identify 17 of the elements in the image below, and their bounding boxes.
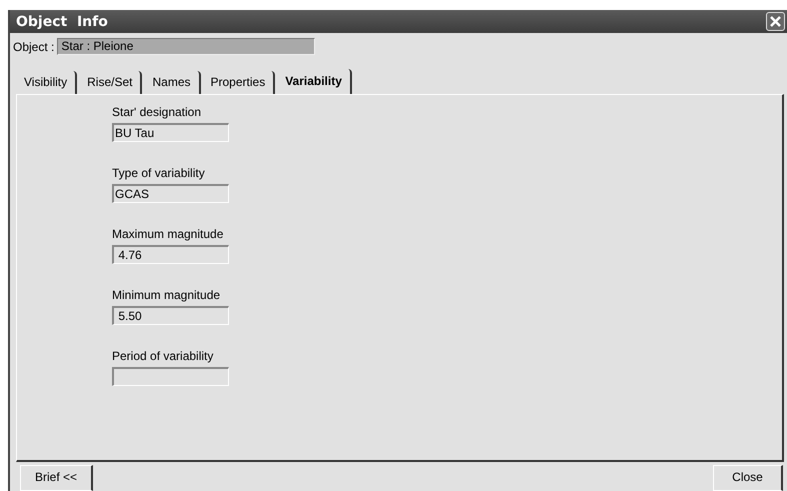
input-field[interactable]: 5.50 bbox=[112, 306, 229, 325]
field-label: Maximum magnitude bbox=[112, 227, 224, 241]
brief-button[interactable]: Brief << bbox=[20, 465, 94, 491]
close-icon bbox=[769, 15, 782, 28]
window-title: Object Info bbox=[16, 14, 108, 30]
object-label: Object : bbox=[13, 40, 54, 54]
field-label: Star' designation bbox=[112, 105, 202, 119]
input-field[interactable]: GCAS bbox=[112, 184, 229, 203]
field-label: Type of variability bbox=[112, 166, 206, 180]
input-field[interactable]: 4.76 bbox=[112, 245, 229, 264]
close-text-button[interactable]: Close bbox=[713, 465, 783, 491]
object-field: Star : Pleione bbox=[57, 38, 316, 55]
input-field[interactable] bbox=[112, 367, 229, 386]
input-field[interactable]: BU Tau bbox=[112, 123, 229, 142]
close-button[interactable] bbox=[766, 12, 785, 31]
field-label: Period of variability bbox=[112, 349, 214, 363]
field-label: Minimum magnitude bbox=[112, 288, 222, 302]
